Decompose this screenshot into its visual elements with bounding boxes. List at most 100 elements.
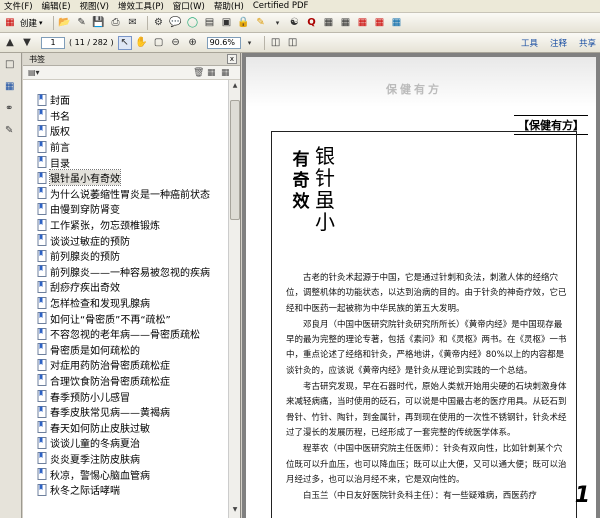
bookmark-item[interactable]: 秋冬之际话哮喘 <box>23 482 228 498</box>
bookmark-item[interactable]: 书名 <box>23 108 228 124</box>
ok-circle-icon[interactable]: ◯ <box>186 16 200 30</box>
bookmark-item[interactable]: 前列腺炎——一种容易被忽视的疾病 <box>23 264 228 280</box>
menu-file[interactable]: 文件(F) <box>4 0 33 12</box>
next-page-icon[interactable]: ▼ <box>20 36 34 50</box>
dropdown-chevron-icon[interactable]: ▾ <box>271 16 285 30</box>
bookmark-item[interactable]: 前列腺炎的预防 <box>23 248 228 264</box>
new-bookmark-icon[interactable]: ▦ <box>207 68 216 78</box>
attachment-icon[interactable]: ⚭ <box>5 103 17 116</box>
expand-icon[interactable]: ▦ <box>221 68 230 78</box>
review-icon[interactable]: ▣ <box>220 16 234 30</box>
create-button[interactable]: ▦ 创建 ▾ <box>3 16 42 30</box>
zoom-dropdown-icon[interactable]: ▾ <box>243 36 257 50</box>
signature-icon[interactable]: ✎ <box>5 125 17 138</box>
zoom-out-icon[interactable]: ⊖ <box>169 36 183 50</box>
text-icon[interactable]: ▦ <box>339 16 353 30</box>
pages-icon[interactable]: □ <box>5 59 17 72</box>
tools-link[interactable]: 工具 <box>521 37 538 49</box>
scroll-up-icon[interactable]: ▲ <box>230 82 240 92</box>
panel-title: 书签 <box>29 54 45 64</box>
bookmark-item[interactable]: 工作紧张，勿忘颈椎锻炼 <box>23 217 228 233</box>
bookmark-item[interactable]: 如何让“骨密质”不再“疏松” <box>23 310 228 326</box>
comment-link[interactable]: 注释 <box>550 37 567 49</box>
fit-page-icon[interactable]: ◫ <box>269 36 283 50</box>
select-cursor-icon[interactable]: ↖ <box>117 35 132 50</box>
book-icon[interactable]: ▦ <box>390 16 404 30</box>
bookmark-item[interactable]: 春季皮肤常见病——黄褐病 <box>23 404 228 420</box>
menu-window[interactable]: 窗口(W) <box>173 0 205 12</box>
print-icon[interactable]: ⎙ <box>109 16 123 30</box>
bookmark-icon <box>37 405 47 418</box>
navigation-rail: □ ▦ ⚭ ✎ <box>0 53 22 518</box>
bookmark-icon <box>37 171 47 184</box>
hand-tool-icon[interactable]: ✋ <box>135 36 149 50</box>
scroll-down-icon[interactable]: ▼ <box>230 506 240 516</box>
comment-icon[interactable]: 💬 <box>169 16 183 30</box>
sign-icon[interactable]: ✎ <box>254 16 268 30</box>
bookmark-item[interactable]: 春季预防小儿感冒 <box>23 388 228 404</box>
bookmark-item[interactable]: 春天如何防止皮肤过敏 <box>23 419 228 435</box>
bookmark-scrollbar[interactable]: ▲ ▼ <box>228 80 240 518</box>
table-icon[interactable]: ▦ <box>322 16 336 30</box>
bookmark-list: 封面 书名 版权前言 目录 银针虽小有奇效 为什么说萎缩性胃炎是一种癌前状态由慢到穿防肾变… <box>23 80 228 518</box>
edit-pencil-icon[interactable]: ✎ <box>75 16 89 30</box>
scroll-thumb[interactable] <box>230 100 240 220</box>
menu-edit[interactable]: 编辑(E) <box>42 0 71 12</box>
bookmark-item[interactable]: 炎炎夏季注防皮肤病 <box>23 451 228 467</box>
bookmark-label: 炎炎夏季注防皮肤病 <box>50 454 140 466</box>
bookmark-item[interactable]: 前言 <box>23 139 228 155</box>
share-link[interactable]: 共享 <box>579 37 596 49</box>
bookmark-item[interactable]: 谈谈儿童的冬病夏治 <box>23 435 228 451</box>
email-icon[interactable]: ✉ <box>126 16 140 30</box>
fit-width-icon[interactable]: ◫ <box>286 36 300 50</box>
forms-icon[interactable]: ▤ <box>203 16 217 30</box>
bookmark-item[interactable]: 对症用药防治骨密质疏松症 <box>23 357 228 373</box>
paragraph: 邓良月（中国中医研究院针灸研究所所长）《黄帝内经》是中国现存最早的最为完整的理论… <box>286 319 567 376</box>
bookmark-item[interactable]: 封面 <box>23 92 228 108</box>
save-icon[interactable]: 💾 <box>92 16 106 30</box>
menu-view[interactable]: 视图(V) <box>80 0 109 12</box>
bookmark-icon <box>37 374 47 387</box>
bookmark-item[interactable]: 为什么说萎缩性胃炎是一种癌前状态 <box>23 186 228 202</box>
zoom-in-icon[interactable]: ⊕ <box>186 36 200 50</box>
bookmarks-icon[interactable]: ▦ <box>5 81 17 94</box>
bookmark-item[interactable]: 银针虽小有奇效 <box>23 169 228 187</box>
bookmark-label: 谈谈过敏症的预防 <box>50 236 130 248</box>
image-icon[interactable]: ▦ <box>356 16 370 30</box>
marquee-zoom-icon[interactable]: ▢ <box>152 36 166 50</box>
bookmark-label: 谈谈儿童的冬病夏治 <box>50 439 140 451</box>
bookmark-item[interactable]: 骨密质是如何疏松的 <box>23 342 228 358</box>
bookmark-icon <box>37 202 47 215</box>
bookmark-item[interactable]: 秋凉，警惕心脑血管病 <box>23 466 228 482</box>
bookmark-item[interactable]: 刮痧疗疾出奇效 <box>23 279 228 295</box>
bookmark-label: 银针虽小有奇效 <box>49 169 121 187</box>
menu-help[interactable]: 帮助(H) <box>214 0 244 12</box>
settings-gear-icon[interactable]: ⚙ <box>152 16 166 30</box>
previous-page-icon[interactable]: ▲ <box>3 36 17 50</box>
report-icon[interactable]: ▦ <box>373 16 387 30</box>
bookmark-item[interactable]: 谈谈过敏症的预防 <box>23 232 228 248</box>
open-folder-icon[interactable]: 📂 <box>58 16 72 30</box>
zoom-input[interactable]: 90.6% <box>206 36 241 49</box>
delete-bookmark-icon[interactable]: 🗑 <box>193 68 204 78</box>
bookmark-item[interactable]: 版权 <box>23 123 228 139</box>
page-number-input[interactable]: 1 <box>41 36 65 49</box>
menu-certified-pdf[interactable]: Certified PDF <box>253 1 309 11</box>
bookmark-label: 由慢到穿防肾变 <box>50 205 120 217</box>
bookmark-item[interactable]: 怎样检查和发现乳腺病 <box>23 295 228 311</box>
create-icon: ▦ <box>5 17 15 28</box>
bookmark-item[interactable]: 目录 <box>23 154 228 170</box>
menu-plugins[interactable]: 增效工具(P) <box>118 0 164 12</box>
qr-icon[interactable]: Q <box>305 16 319 30</box>
bookmark-item[interactable]: 不容忽视的老年病——骨密质疏松 <box>23 326 228 342</box>
options-menu-icon[interactable]: ▤▾ <box>28 68 40 77</box>
bookmark-item[interactable]: 由慢到穿防肾变 <box>23 201 228 217</box>
bookmark-item[interactable]: 合理饮食防治骨密质疏松症 <box>23 373 228 389</box>
close-icon[interactable]: x <box>227 54 237 64</box>
page-number: 1 <box>574 483 590 508</box>
bookmark-icon <box>37 483 47 496</box>
bookmark-label: 前言 <box>50 143 70 155</box>
document-viewport[interactable]: 保健有方 【保健有方】 有 奇 效 银 针 虽 小 古老的针灸术起源于中国，它是… <box>242 53 600 518</box>
users-icon[interactable]: ☯ <box>288 16 302 30</box>
lock-icon[interactable]: 🔒 <box>237 16 251 30</box>
